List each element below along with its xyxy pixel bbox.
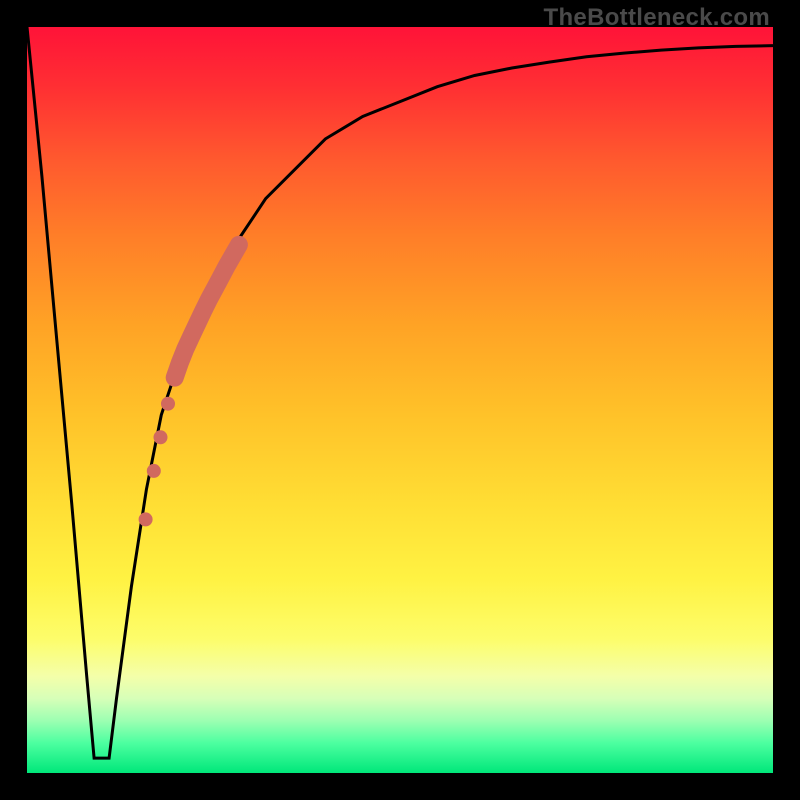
highlight-dot — [147, 464, 161, 478]
highlight-dot — [161, 397, 175, 411]
highlight-dot — [139, 512, 153, 526]
highlight-dot — [154, 430, 168, 444]
attribution-label: TheBottleneck.com — [544, 4, 770, 32]
chart-frame: TheBottleneck.com — [0, 0, 800, 800]
curve-layer — [27, 27, 773, 773]
plot-area — [27, 27, 773, 773]
bottleneck-curve — [27, 27, 773, 758]
highlight-band — [175, 245, 239, 378]
